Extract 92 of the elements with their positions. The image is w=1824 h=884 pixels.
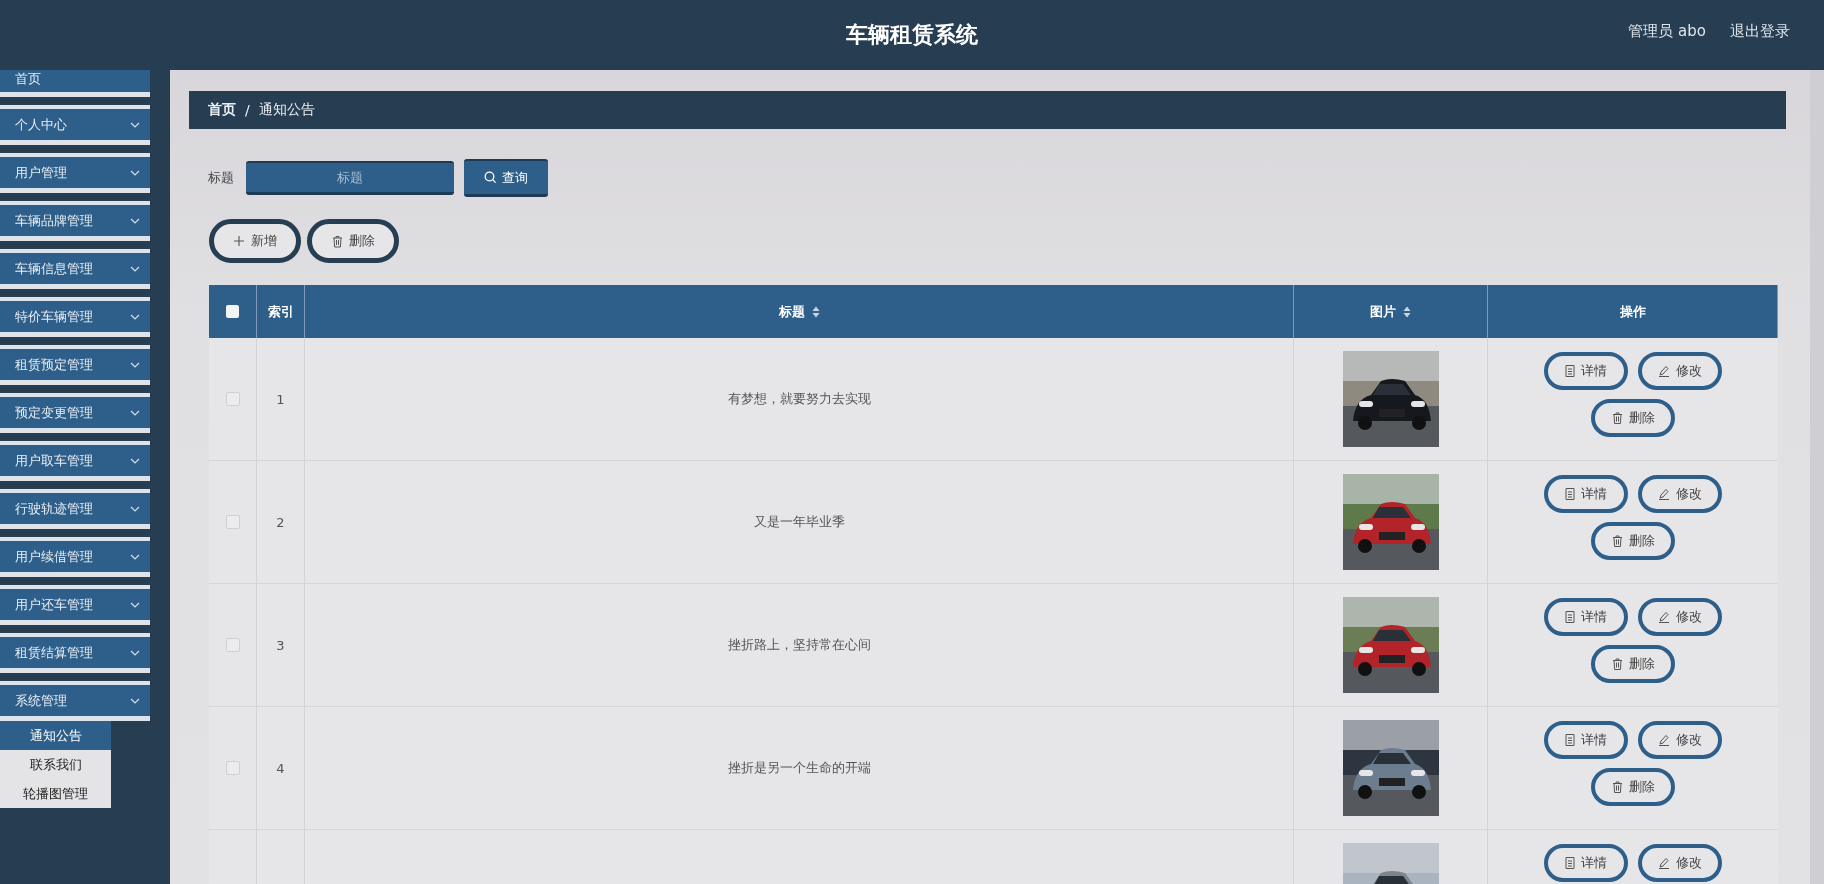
- table-cell: 有梦想，就要努力去实现: [727, 390, 871, 408]
- app-title: 车辆租赁系统: [846, 21, 978, 49]
- sort-icon[interactable]: [1403, 305, 1411, 318]
- chevron-down-icon: [130, 313, 140, 320]
- table-cell: 挫折是另一个生命的开端: [727, 759, 871, 777]
- table-cell: 3: [276, 637, 285, 653]
- menu-item[interactable]: 车辆信息管理: [0, 253, 150, 284]
- trash-icon: [1611, 658, 1623, 670]
- detail-button[interactable]: 详情: [1544, 844, 1628, 882]
- chevron-down-icon: [130, 457, 140, 464]
- row-checkbox[interactable]: [225, 392, 240, 406]
- trash-icon: [1611, 412, 1623, 424]
- table-cell: 又是一年毕业季: [753, 513, 845, 531]
- delete-button[interactable]: 删除: [1591, 768, 1675, 806]
- add-button[interactable]: 新增: [209, 219, 301, 263]
- menu-item[interactable]: 用户续借管理: [0, 541, 150, 572]
- chevron-down-icon: [130, 649, 140, 656]
- menu-item[interactable]: 用户管理: [0, 157, 150, 188]
- menu-item[interactable]: 用户取车管理: [0, 445, 150, 476]
- row-checkbox[interactable]: [225, 638, 240, 652]
- trash-icon: [1611, 781, 1623, 793]
- document-icon: [1565, 857, 1575, 869]
- menu-item[interactable]: 租赁预定管理: [0, 349, 150, 380]
- chevron-down-icon: [130, 553, 140, 560]
- menu-item[interactable]: 特价车辆管理: [0, 301, 150, 332]
- column-header[interactable]: 标题: [778, 302, 805, 321]
- document-icon: [1565, 365, 1575, 377]
- chevron-down-icon: [130, 265, 140, 272]
- column-header[interactable]: 索引: [267, 302, 294, 321]
- document-icon: [1565, 734, 1575, 746]
- select-all-checkbox[interactable]: [226, 305, 239, 318]
- search-button[interactable]: 查询: [464, 159, 548, 197]
- menu-item[interactable]: 租赁结算管理: [0, 637, 150, 668]
- pencil-icon: [1658, 734, 1670, 746]
- menu-item[interactable]: 用户还车管理: [0, 589, 150, 620]
- menu-item[interactable]: 个人中心: [0, 109, 150, 140]
- delete-button[interactable]: 删除: [1591, 399, 1675, 437]
- table-cell: 4: [276, 760, 285, 776]
- document-icon: [1565, 611, 1575, 623]
- chevron-down-icon: [130, 217, 140, 224]
- detail-button[interactable]: 详情: [1544, 598, 1628, 636]
- menu-item[interactable]: 车辆品牌管理: [0, 205, 150, 236]
- breadcrumb-separator: /: [245, 102, 250, 118]
- menu-item[interactable]: 首页: [0, 70, 150, 92]
- pencil-icon: [1658, 857, 1670, 869]
- table-cell: 2: [276, 514, 285, 530]
- title-search-field[interactable]: 标题: [246, 161, 454, 195]
- chevron-down-icon: [130, 505, 140, 512]
- menu-item[interactable]: 行驶轨迹管理: [0, 493, 150, 524]
- chevron-down-icon: [130, 601, 140, 608]
- table-cell: 挫折路上，坚持常在心间: [727, 636, 871, 654]
- detail-button[interactable]: 详情: [1544, 475, 1628, 513]
- delete-button[interactable]: 删除: [307, 219, 399, 263]
- pencil-icon: [1658, 488, 1670, 500]
- row-checkbox[interactable]: [225, 515, 240, 529]
- trash-icon: [1611, 535, 1623, 547]
- delete-button[interactable]: 删除: [1591, 522, 1675, 560]
- column-header[interactable]: 图片: [1370, 302, 1396, 321]
- chevron-down-icon: [130, 697, 140, 704]
- user-label: 管理员 abo: [1628, 22, 1706, 41]
- plus-icon: [233, 235, 245, 247]
- search-icon: [484, 171, 497, 184]
- edit-button[interactable]: 修改: [1638, 598, 1722, 636]
- submenu-item[interactable]: 联系我们: [0, 750, 111, 779]
- document-icon: [1565, 488, 1575, 500]
- scrollbar[interactable]: [1810, 70, 1824, 884]
- menu-item[interactable]: 系统管理: [0, 685, 150, 716]
- column-header[interactable]: 操作: [1619, 302, 1646, 321]
- trash-icon: [331, 234, 343, 248]
- table-cell: 1: [276, 391, 285, 407]
- detail-button[interactable]: 详情: [1544, 352, 1628, 390]
- pencil-icon: [1658, 365, 1670, 377]
- submenu-item[interactable]: 通知公告: [0, 721, 111, 750]
- breadcrumb-link[interactable]: 首页: [208, 101, 236, 119]
- edit-button[interactable]: 修改: [1638, 475, 1722, 513]
- pencil-icon: [1658, 611, 1670, 623]
- row-checkbox[interactable]: [225, 761, 240, 775]
- submenu-item[interactable]: 轮播图管理: [0, 779, 111, 808]
- field-label: 标题: [208, 169, 234, 187]
- menu-item[interactable]: 预定变更管理: [0, 397, 150, 428]
- edit-button[interactable]: 修改: [1638, 721, 1722, 759]
- delete-button[interactable]: 删除: [1591, 645, 1675, 683]
- sort-icon[interactable]: [811, 305, 820, 318]
- edit-button[interactable]: 修改: [1638, 844, 1722, 882]
- detail-button[interactable]: 详情: [1544, 721, 1628, 759]
- chevron-down-icon: [130, 169, 140, 176]
- logout-link[interactable]: 退出登录: [1730, 22, 1790, 41]
- chevron-down-icon: [130, 361, 140, 368]
- edit-button[interactable]: 修改: [1638, 352, 1722, 390]
- chevron-down-icon: [130, 121, 140, 128]
- breadcrumb-current: 通知公告: [258, 101, 315, 119]
- chevron-down-icon: [130, 409, 140, 416]
